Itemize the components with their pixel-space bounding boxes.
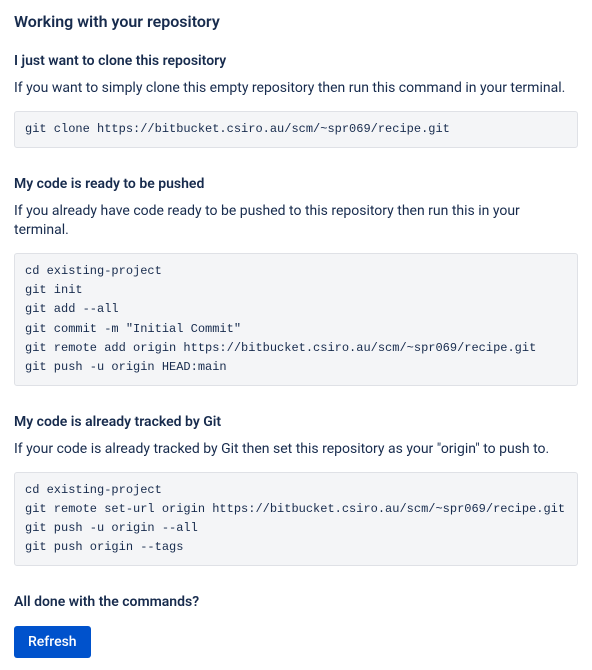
section-desc: If you already have code ready to be pus… xyxy=(14,202,578,241)
section-desc: If your code is already tracked by Git t… xyxy=(14,440,578,460)
section-title: I just want to clone this repository xyxy=(14,53,578,69)
section-title: My code is ready to be pushed xyxy=(14,176,578,192)
done-title: All done with the commands? xyxy=(14,594,578,610)
refresh-button[interactable]: Refresh xyxy=(14,626,91,658)
section-title: My code is already tracked by Git xyxy=(14,414,578,430)
page-title: Working with your repository xyxy=(14,12,578,31)
code-block[interactable]: cd existing-project git remote set-url o… xyxy=(14,472,578,567)
section-tracked: My code is already tracked by Git If you… xyxy=(14,414,578,566)
section-clone: I just want to clone this repository If … xyxy=(14,53,578,148)
section-desc: If you want to simply clone this empty r… xyxy=(14,79,578,99)
code-block[interactable]: git clone https://bitbucket.csiro.au/scm… xyxy=(14,111,578,148)
section-push: My code is ready to be pushed If you alr… xyxy=(14,176,578,386)
code-block[interactable]: cd existing-project git init git add --a… xyxy=(14,253,578,386)
